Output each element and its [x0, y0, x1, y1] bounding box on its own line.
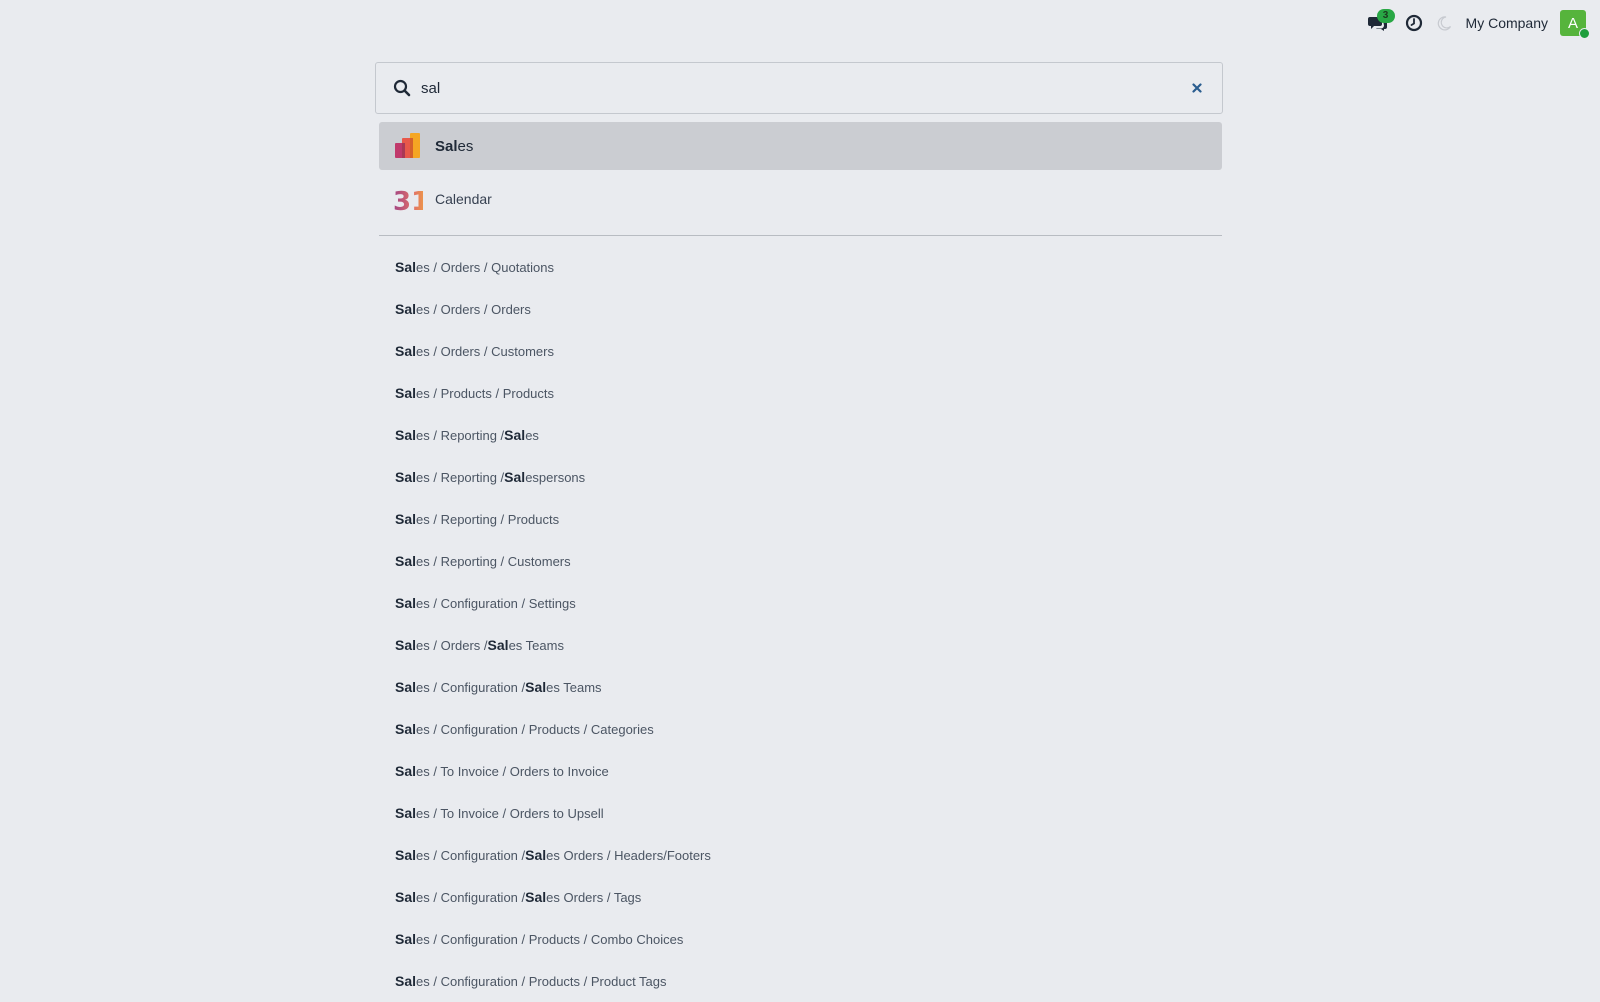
- menu-path-text: es / Configuration /: [416, 847, 526, 863]
- menu-path-text: es / To Invoice / Orders to Upsell: [416, 805, 604, 821]
- menu-path-text: es / Configuration / Products / Categori…: [416, 721, 654, 737]
- menu-result-item[interactable]: Sal es / Configuration / Sal es Orders / T…: [375, 876, 1225, 918]
- menu-result-item[interactable]: Sal es / Products / Products: [375, 372, 1225, 414]
- menu-path-text: es / Configuration / Products / Product …: [416, 973, 667, 989]
- menu-result-item[interactable]: Sal es / Configuration / Products / Combo…: [375, 918, 1225, 960]
- match-highlight: Sal: [395, 259, 417, 275]
- match-highlight: Sal: [487, 637, 509, 653]
- menu-result-item[interactable]: Sal es / Reporting / Sal es: [375, 414, 1225, 456]
- match-highlight: Sal: [395, 889, 417, 905]
- match-highlight: Sal: [395, 511, 417, 527]
- match-highlight: Sal: [395, 385, 417, 401]
- app-result-label: Calendar: [435, 191, 492, 207]
- calendar-app-icon: 31: [393, 184, 423, 214]
- match-highlight: Sal: [395, 637, 417, 653]
- menu-results: Sal es / Orders / Quotations Sal es / Order…: [375, 246, 1225, 1002]
- menu-path-text: es Teams: [546, 679, 602, 695]
- menu-path-text: es Orders / Tags: [546, 889, 642, 905]
- avatar-letter: A: [1567, 14, 1578, 32]
- company-switcher[interactable]: My Company: [1466, 15, 1548, 31]
- menu-result-item[interactable]: Sal es / Configuration / Settings: [375, 582, 1225, 624]
- menu-path-text: es / To Invoice / Orders to Invoice: [416, 763, 609, 779]
- match-highlight: Sal: [525, 889, 547, 905]
- match-highlight: Sal: [525, 847, 547, 863]
- match-highlight: Sal: [504, 427, 526, 443]
- results-divider: [379, 235, 1222, 236]
- app-result-label: Sales: [435, 137, 474, 155]
- dark-mode-toggle[interactable]: [1430, 9, 1458, 37]
- menu-path-text: es Teams: [508, 637, 564, 653]
- menu-path-text: es: [525, 427, 539, 443]
- match-highlight: Sal: [395, 595, 417, 611]
- clock-icon: [1405, 14, 1422, 32]
- navbar-systray: 3 My Company A: [1364, 9, 1590, 39]
- menu-path-text: es / Reporting / Customers: [416, 553, 571, 569]
- clear-search-button[interactable]: [1188, 79, 1206, 97]
- match-highlight: Sal: [395, 469, 417, 485]
- menu-path-text: es / Reporting / Products: [416, 511, 560, 527]
- menu-result-item[interactable]: Sal es / Reporting / Customers: [375, 540, 1225, 582]
- menu-result-item[interactable]: Sal es / To Invoice / Orders to Upsell: [375, 792, 1225, 834]
- chat-badge: 3: [1376, 9, 1395, 23]
- menu-result-item[interactable]: Sal es / Configuration / Products / Produ…: [375, 960, 1225, 1002]
- moon-icon: [1437, 16, 1451, 31]
- menu-path-text: es / Orders /: [416, 637, 488, 653]
- menu-result-item[interactable]: Sal es / Configuration / Products / Categ…: [375, 708, 1225, 750]
- top-navbar: 3 My Company A: [0, 0, 1600, 46]
- user-avatar[interactable]: A: [1560, 10, 1590, 39]
- match-highlight: Sal: [395, 763, 417, 779]
- menu-result-item[interactable]: Sal es / Orders / Customers: [375, 330, 1225, 372]
- menu-path-text: es / Configuration /: [416, 679, 526, 695]
- menu-path-text: es / Orders / Customers: [416, 343, 554, 359]
- menu-path-text: es / Products / Products: [416, 385, 555, 401]
- match-highlight: Sal: [504, 469, 526, 485]
- sales-app-icon: [393, 131, 423, 161]
- menu-result-item[interactable]: Sal es / To Invoice / Orders to Invoice: [375, 750, 1225, 792]
- online-status-indicator: [1579, 28, 1590, 39]
- menu-path-text: es / Configuration / Products / Combo Ch…: [416, 931, 684, 947]
- match-highlight: Sal: [395, 679, 417, 695]
- match-highlight: Sal: [395, 931, 417, 947]
- menu-path-text: es Orders / Headers/Footers: [546, 847, 711, 863]
- messaging-menu[interactable]: 3: [1364, 9, 1395, 37]
- menu-result-item[interactable]: Sal es / Orders / Quotations: [375, 246, 1225, 288]
- search-icon: [393, 79, 411, 97]
- match-highlight: Sal: [395, 721, 417, 737]
- menu-result-item[interactable]: Sal es / Reporting / Products: [375, 498, 1225, 540]
- match-highlight: Sal: [395, 847, 417, 863]
- search-input[interactable]: [421, 73, 1161, 103]
- menu-path-text: es / Orders / Quotations: [416, 259, 555, 275]
- menu-path-text: es / Configuration / Settings: [416, 595, 576, 611]
- close-icon: [1192, 83, 1202, 93]
- menu-result-item[interactable]: Sal es / Orders / Sal es Teams: [375, 624, 1225, 666]
- menu-path-text: es / Configuration /: [416, 889, 526, 905]
- activity-menu[interactable]: [1400, 9, 1428, 37]
- menu-path-text: espersons: [525, 469, 586, 485]
- match-highlight: Sal: [395, 553, 417, 569]
- app-result-calendar[interactable]: 31 Calendar: [379, 175, 1222, 223]
- app-result-sales[interactable]: Sales: [379, 122, 1222, 170]
- search-box: [375, 62, 1223, 114]
- calendar-icon-number: 31: [393, 187, 423, 214]
- match-highlight: Sal: [395, 343, 417, 359]
- app-results: Sales 31 Calendar: [375, 122, 1225, 223]
- match-highlight: Sal: [395, 301, 417, 317]
- match-highlight: Sal: [395, 805, 417, 821]
- menu-path-text: es / Reporting /: [416, 427, 505, 443]
- match-highlight: Sal: [395, 973, 417, 989]
- menu-path-text: es / Reporting /: [416, 469, 505, 485]
- command-palette: Sales 31 Calendar Sales / Orders /: [375, 62, 1225, 1002]
- match-highlight: Sal: [395, 427, 417, 443]
- menu-result-item[interactable]: Sal es / Configuration / Sal es Orders / H…: [375, 834, 1225, 876]
- menu-path-text: es / Orders / Orders: [416, 301, 531, 317]
- menu-result-item[interactable]: Sal es / Reporting / Sal espersons: [375, 456, 1225, 498]
- menu-result-item[interactable]: Sal es / Orders / Orders: [375, 288, 1225, 330]
- match-highlight: Sal: [525, 679, 547, 695]
- menu-result-item[interactable]: Sal es / Configuration / Sal es Teams: [375, 666, 1225, 708]
